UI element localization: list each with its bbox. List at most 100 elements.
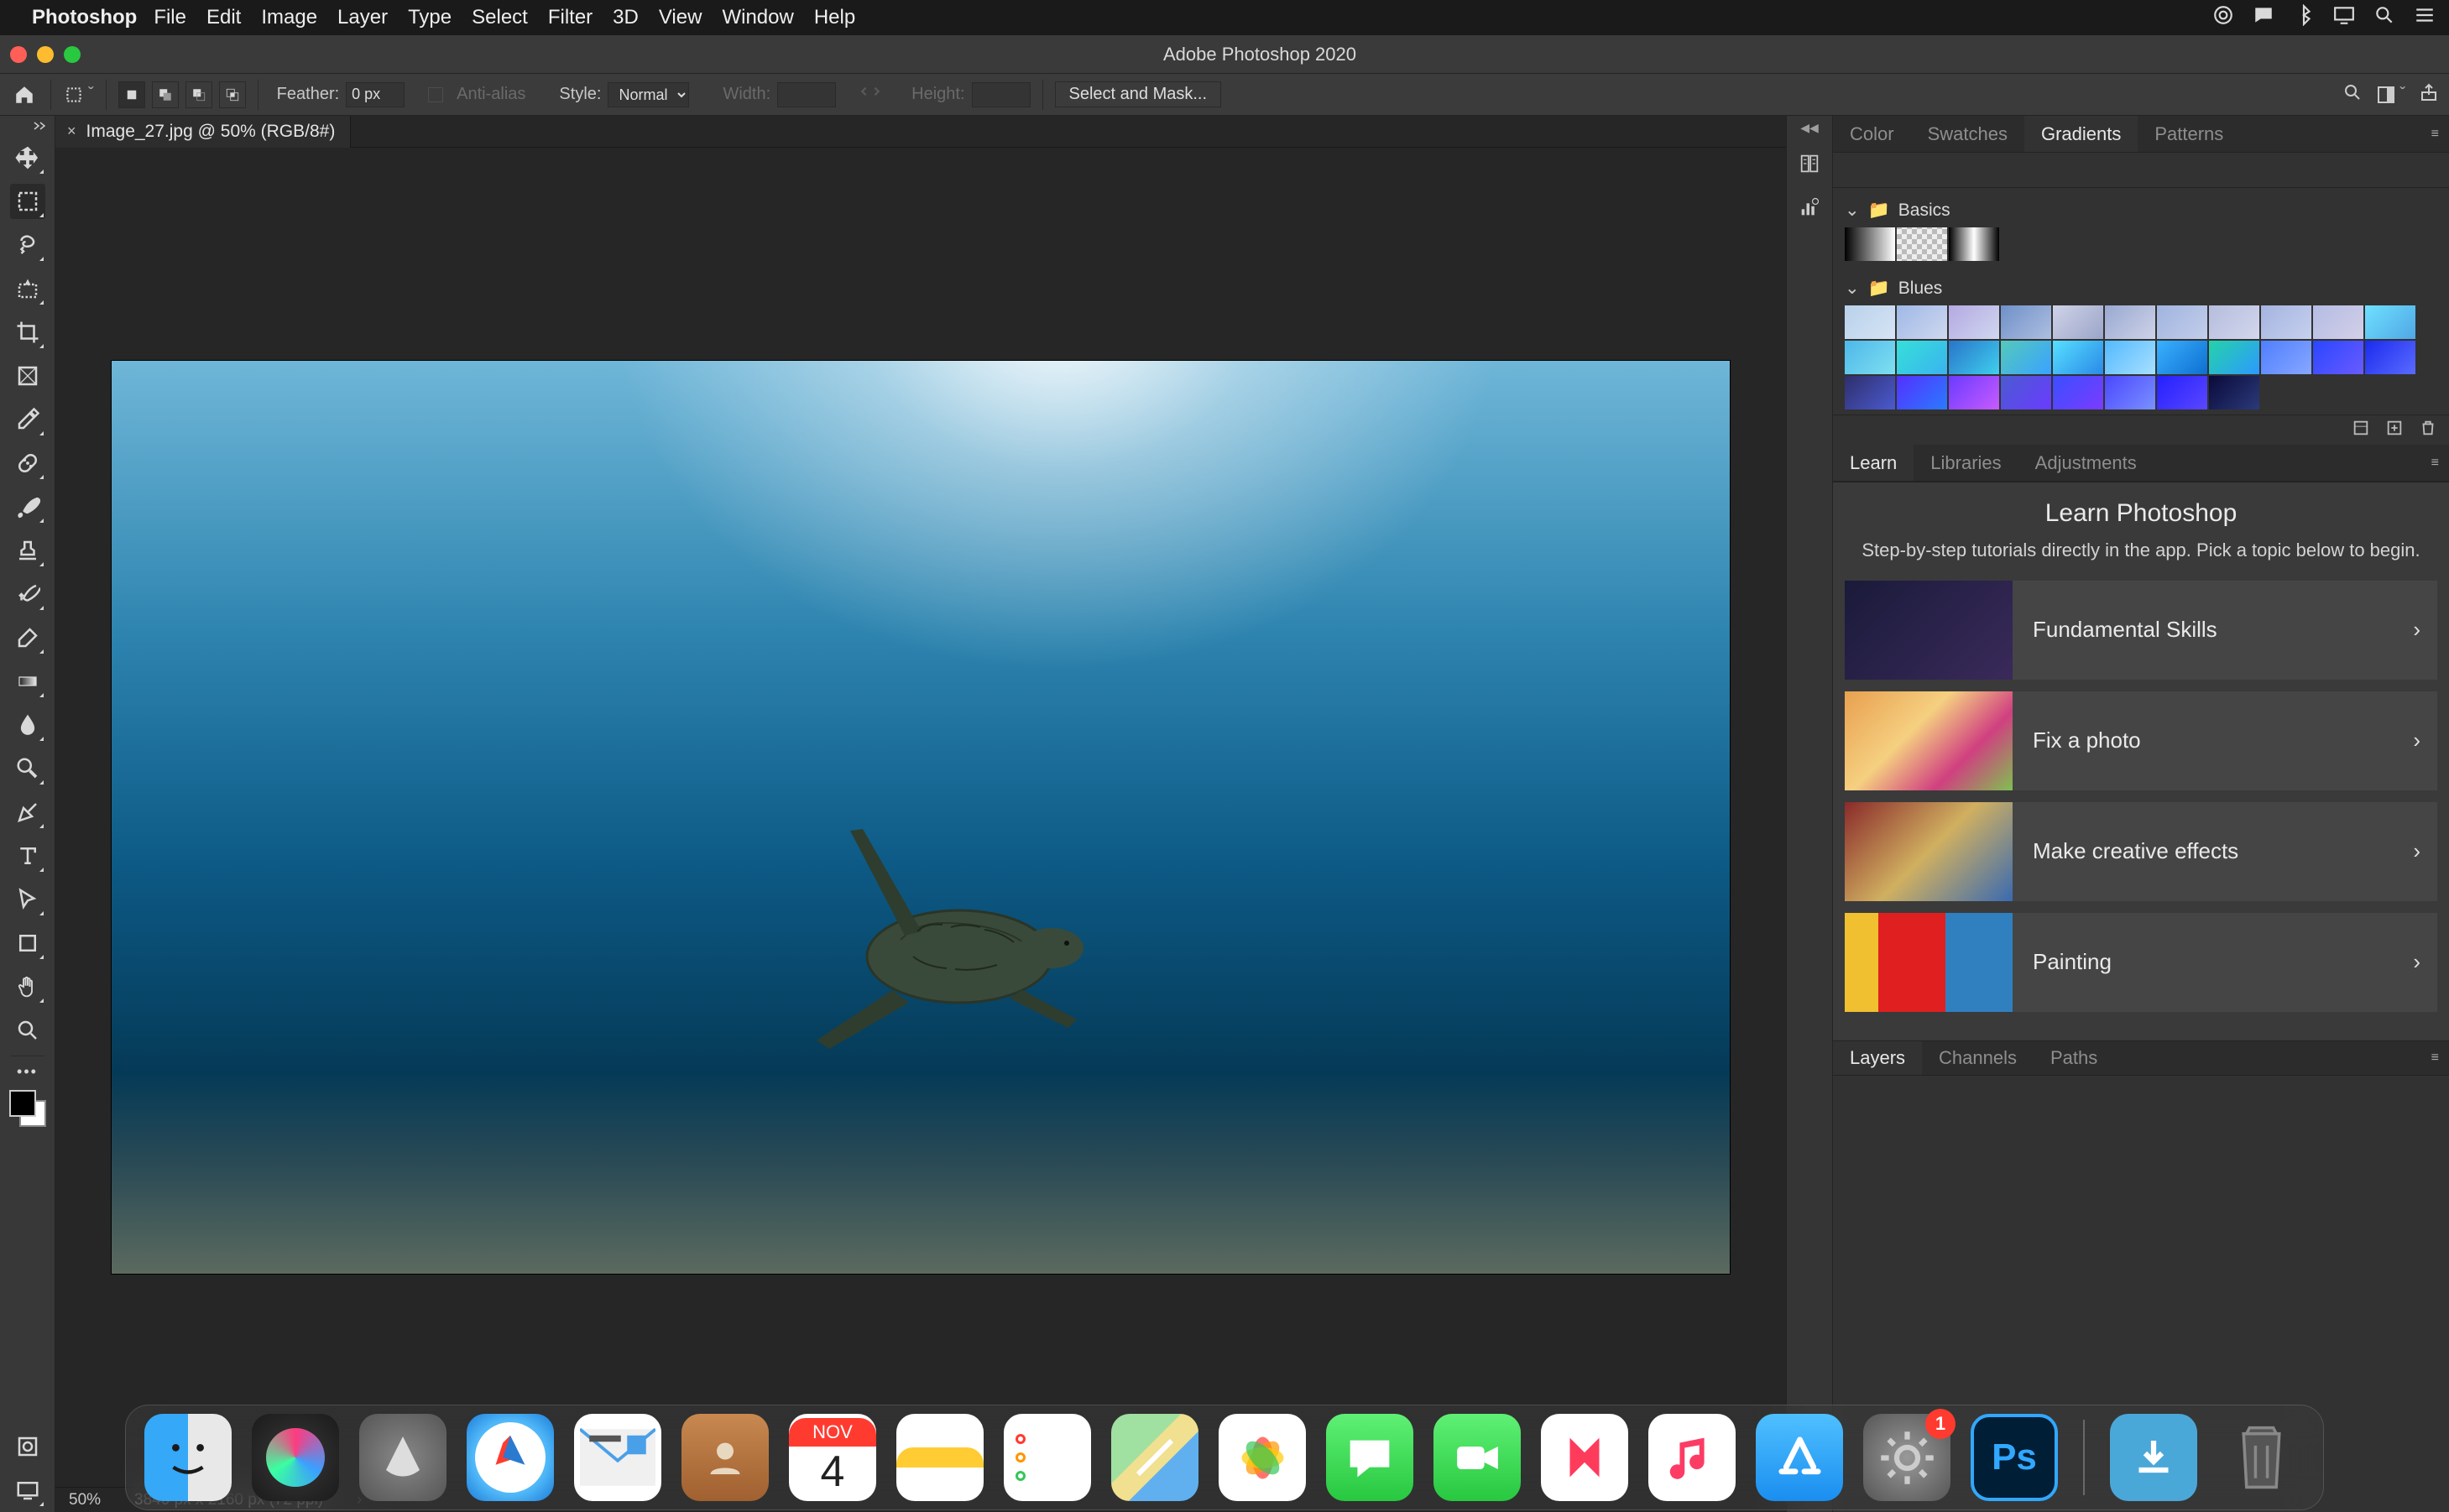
move-tool-icon[interactable]	[10, 140, 45, 175]
gradient-thumb[interactable]	[1845, 227, 1895, 261]
panel-menu-icon[interactable]: ≡	[2431, 456, 2439, 471]
feather-input[interactable]	[346, 82, 405, 107]
expand-panels-icon[interactable]: ◀◀	[1800, 121, 1819, 135]
menu-file[interactable]: File	[154, 6, 186, 29]
gradient-thumb[interactable]	[2001, 305, 2051, 339]
tab-adjustments[interactable]: Adjustments	[2018, 445, 2154, 481]
gradient-thumb[interactable]	[1897, 341, 1947, 374]
gradient-thumb[interactable]	[1949, 305, 1999, 339]
dock-finder-icon[interactable]	[144, 1414, 232, 1501]
menu-icon[interactable]	[2414, 4, 2436, 32]
gradient-thumb[interactable]	[2209, 376, 2259, 409]
menu-help[interactable]: Help	[814, 6, 855, 29]
gradient-thumb[interactable]	[2053, 376, 2103, 409]
dock-notes-icon[interactable]	[896, 1414, 984, 1501]
dock-safari-icon[interactable]	[467, 1414, 554, 1501]
learn-item-fundamental[interactable]: Fundamental Skills ›	[1845, 581, 2437, 680]
close-tab-icon[interactable]: ×	[67, 123, 76, 140]
path-select-tool-icon[interactable]	[10, 882, 45, 917]
pen-tool-icon[interactable]	[10, 795, 45, 830]
subtract-selection-icon[interactable]	[185, 81, 212, 108]
save-preset-icon[interactable]	[2352, 419, 2370, 441]
menu-view[interactable]: View	[659, 6, 702, 29]
display-icon[interactable]	[2333, 4, 2355, 32]
tool-preset-icon[interactable]: ˇ	[63, 84, 94, 106]
history-brush-tool-icon[interactable]	[10, 576, 45, 612]
dock-photos-icon[interactable]	[1219, 1414, 1306, 1501]
gradient-thumb[interactable]	[1845, 305, 1895, 339]
eraser-tool-icon[interactable]	[10, 620, 45, 655]
gradient-thumb[interactable]	[2261, 305, 2311, 339]
shape-tool-icon[interactable]	[10, 925, 45, 961]
gradient-thumb[interactable]	[2261, 341, 2311, 374]
gradient-thumb[interactable]	[2053, 305, 2103, 339]
gradient-thumb[interactable]	[1845, 376, 1895, 409]
gradient-thumb[interactable]	[2053, 341, 2103, 374]
gradient-thumb[interactable]	[2209, 305, 2259, 339]
color-swatch[interactable]	[9, 1090, 46, 1127]
intersect-selection-icon[interactable]	[219, 81, 246, 108]
cc-icon[interactable]	[2212, 4, 2234, 32]
menu-window[interactable]: Window	[722, 6, 793, 29]
dock-downloads-icon[interactable]	[2110, 1414, 2197, 1501]
menu-select[interactable]: Select	[472, 6, 528, 29]
stamp-tool-icon[interactable]	[10, 533, 45, 568]
gradient-thumb[interactable]	[1897, 227, 1947, 261]
tab-swatches[interactable]: Swatches	[1911, 116, 2024, 152]
document-tab[interactable]: × Image_27.jpg @ 50% (RGB/8#)	[55, 116, 351, 148]
select-and-mask-button[interactable]: Select and Mask...	[1055, 81, 1222, 107]
dock-photoshop-icon[interactable]: Ps	[1971, 1414, 2058, 1501]
home-icon[interactable]	[10, 81, 39, 109]
menu-edit[interactable]: Edit	[206, 6, 241, 29]
workspace-icon[interactable]: ˇ	[2376, 85, 2405, 105]
menu-filter[interactable]: Filter	[548, 6, 593, 29]
blur-tool-icon[interactable]	[10, 707, 45, 743]
bluetooth-icon[interactable]	[2293, 4, 2315, 32]
gradient-thumb[interactable]	[1949, 341, 1999, 374]
panel-menu-icon[interactable]: ≡	[2431, 127, 2439, 142]
gradient-thumb[interactable]	[2001, 376, 2051, 409]
crop-tool-icon[interactable]	[10, 315, 45, 350]
histogram-panel-icon[interactable]	[1794, 192, 1825, 222]
gradient-thumb[interactable]	[2105, 341, 2155, 374]
dock-siri-icon[interactable]	[252, 1414, 339, 1501]
tab-patterns[interactable]: Patterns	[2138, 116, 2240, 152]
close-window-button[interactable]	[10, 46, 27, 63]
panel-menu-icon[interactable]: ≡	[2431, 1051, 2439, 1066]
tab-paths[interactable]: Paths	[2034, 1041, 2114, 1075]
tab-learn[interactable]: Learn	[1833, 445, 1914, 481]
gradient-thumb[interactable]	[1897, 305, 1947, 339]
gradient-thumb[interactable]	[1949, 227, 1999, 261]
minimize-window-button[interactable]	[37, 46, 54, 63]
gradient-search[interactable]	[1833, 153, 2449, 188]
chat-icon[interactable]	[2253, 4, 2274, 32]
new-preset-icon[interactable]	[2385, 419, 2404, 441]
dock-preferences-icon[interactable]: 1	[1863, 1414, 1950, 1501]
search-icon[interactable]	[2342, 82, 2363, 107]
gradient-thumb[interactable]	[1949, 376, 1999, 409]
learn-item-effects[interactable]: Make creative effects ›	[1845, 802, 2437, 901]
toolbar-collapse-icon[interactable]	[29, 119, 50, 133]
menu-layer[interactable]: Layer	[337, 6, 388, 29]
edit-toolbar-icon[interactable]: •••	[10, 1064, 45, 1079]
menu-image[interactable]: Image	[261, 6, 317, 29]
gradient-group-header[interactable]: ⌄📁Basics	[1845, 200, 2437, 221]
gradient-thumb[interactable]	[2105, 376, 2155, 409]
dock-music-icon[interactable]	[1648, 1414, 1736, 1501]
gradient-thumb[interactable]	[1845, 341, 1895, 374]
brushes-panel-icon[interactable]	[1794, 149, 1825, 179]
add-selection-icon[interactable]	[152, 81, 179, 108]
canvas-view[interactable]	[55, 148, 1786, 1487]
learn-item-fix[interactable]: Fix a photo ›	[1845, 691, 2437, 790]
dock-launchpad-icon[interactable]	[359, 1414, 446, 1501]
zoom-tool-icon[interactable]	[10, 1013, 45, 1048]
brush-tool-icon[interactable]	[10, 489, 45, 524]
dock-reminders-icon[interactable]	[1004, 1414, 1091, 1501]
dock-trash-icon[interactable]	[2217, 1414, 2305, 1501]
gradient-thumb[interactable]	[2313, 305, 2363, 339]
tab-gradients[interactable]: Gradients	[2024, 116, 2138, 152]
gradient-thumb[interactable]	[2365, 341, 2415, 374]
gradient-thumb[interactable]	[2001, 341, 2051, 374]
app-name[interactable]: Photoshop	[32, 6, 137, 29]
dock-mail-icon[interactable]	[574, 1414, 661, 1501]
